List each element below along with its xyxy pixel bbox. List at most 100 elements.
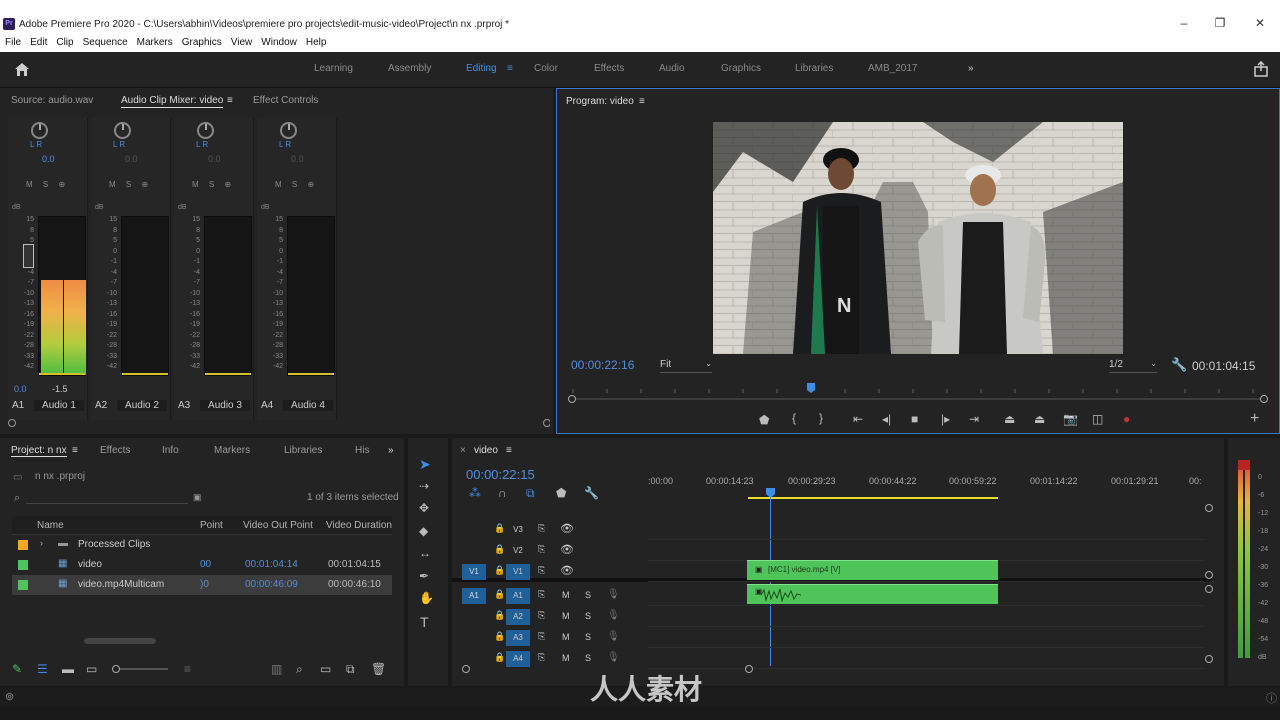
- track-lane[interactable]: [648, 607, 1204, 627]
- solo-button[interactable]: S: [585, 611, 591, 621]
- type-tool-icon[interactable]: T: [420, 614, 429, 630]
- sort-icon[interactable]: ≡: [184, 662, 191, 676]
- pan-knob-icon[interactable]: [31, 122, 48, 139]
- item-out-point[interactable]: 00:00:46:09: [245, 579, 298, 590]
- menu-file[interactable]: File: [5, 37, 21, 48]
- track-target[interactable]: A1: [506, 588, 530, 604]
- minimize-icon[interactable]: –: [1174, 16, 1194, 32]
- close-icon[interactable]: ✕: [1250, 16, 1270, 32]
- menu-help[interactable]: Help: [306, 37, 327, 48]
- tab-effects[interactable]: Effects: [100, 445, 130, 456]
- share-icon[interactable]: [1253, 60, 1269, 77]
- workspace-menu-icon[interactable]: ≡: [507, 63, 513, 74]
- label-color-swatch[interactable]: [18, 560, 28, 570]
- fit-dropdown[interactable]: Fit ⌄: [660, 359, 712, 373]
- ripple-edit-tool-icon[interactable]: ✥: [419, 501, 429, 515]
- program-timecode[interactable]: 00:00:22:16: [571, 358, 634, 372]
- new-search-bin-icon[interactable]: ▣: [193, 492, 202, 503]
- sync-lock-icon[interactable]: ⎘: [538, 565, 545, 576]
- pan-knob-icon[interactable]: [197, 122, 214, 139]
- menu-sequence[interactable]: Sequence: [83, 37, 128, 48]
- solo-button[interactable]: S: [585, 653, 591, 663]
- pan-value[interactable]: 0.0: [291, 154, 304, 164]
- lock-icon[interactable]: 🔒: [494, 544, 505, 555]
- lock-icon[interactable]: 🔒: [494, 610, 505, 621]
- workspace-learning[interactable]: Learning: [314, 63, 353, 74]
- timeline-timecode[interactable]: 00:00:22:15: [466, 467, 535, 482]
- item-in-point[interactable]: )0: [200, 579, 209, 590]
- track-lane[interactable]: [648, 520, 1204, 540]
- slip-tool-icon[interactable]: ↔: [419, 546, 431, 560]
- workspace-editing[interactable]: Editing: [466, 63, 497, 74]
- project-scrollbar[interactable]: [84, 638, 156, 644]
- trash-icon[interactable]: 🗑: [371, 662, 386, 676]
- work-area-bar[interactable]: [748, 497, 998, 499]
- workspace-effects[interactable]: Effects: [594, 63, 624, 74]
- sequence-menu-icon[interactable]: ≡: [506, 445, 512, 456]
- timeline-vertical-scroll[interactable]: [1204, 500, 1214, 664]
- sync-lock-icon[interactable]: ⎘: [538, 589, 545, 600]
- extract-icon[interactable]: ⏏: [1034, 412, 1045, 426]
- solo-button[interactable]: S: [585, 632, 591, 642]
- track-target[interactable]: V1: [506, 564, 530, 580]
- workspace-audio[interactable]: Audio: [659, 63, 685, 74]
- lift-icon[interactable]: ⏏: [1004, 412, 1015, 426]
- pan-value[interactable]: 0.0: [208, 154, 221, 164]
- step-forward-icon[interactable]: |▸: [941, 412, 950, 426]
- tab-info[interactable]: Info: [162, 445, 179, 456]
- menu-view[interactable]: View: [231, 37, 253, 48]
- mute-button[interactable]: M: [562, 653, 570, 663]
- mute-solo-record-buttons[interactable]: M S ⊕: [26, 180, 69, 189]
- add-button-icon[interactable]: +: [1250, 410, 1259, 428]
- menu-markers[interactable]: Markers: [137, 37, 173, 48]
- panel-menu-icon[interactable]: ≡: [227, 95, 233, 106]
- snap-icon[interactable]: ∩: [498, 486, 507, 500]
- eye-icon[interactable]: 👁: [560, 522, 574, 535]
- tab-effect-controls[interactable]: Effect Controls: [253, 95, 318, 106]
- menu-clip[interactable]: Clip: [56, 37, 73, 48]
- record-icon[interactable]: ●: [1123, 412, 1130, 426]
- sync-lock-icon[interactable]: ⎘: [538, 631, 545, 642]
- project-row[interactable]: › ▬ Processed Clips: [12, 535, 392, 555]
- playhead-marker[interactable]: [766, 488, 775, 498]
- tab-project[interactable]: Project: n nx: [11, 445, 67, 457]
- eye-icon[interactable]: 👁: [560, 564, 574, 577]
- sync-lock-icon[interactable]: ⎘: [538, 610, 545, 621]
- microphone-icon[interactable]: 🎙: [607, 631, 620, 642]
- add-marker-icon[interactable]: ⬟: [556, 486, 566, 500]
- project-menu-icon[interactable]: ≡: [72, 445, 78, 456]
- volume-fader[interactable]: [23, 244, 34, 268]
- column-out-point[interactable]: Video Out Point: [243, 520, 313, 531]
- column-in-point[interactable]: Point: [200, 520, 223, 531]
- lock-icon[interactable]: 🔒: [494, 523, 505, 534]
- microphone-icon[interactable]: 🎙: [607, 652, 620, 663]
- track-lane[interactable]: [648, 541, 1204, 561]
- pan-value[interactable]: 0.0: [42, 154, 55, 164]
- tab-markers[interactable]: Markers: [214, 445, 250, 456]
- expand-arrow-icon[interactable]: ›: [40, 538, 43, 548]
- column-duration[interactable]: Video Duration: [326, 520, 392, 531]
- menu-edit[interactable]: Edit: [30, 37, 47, 48]
- workspace-assembly[interactable]: Assembly: [388, 63, 431, 74]
- video-clip[interactable]: ▣ [MC1] video.mp4 [V]: [747, 560, 998, 580]
- sequence-tab[interactable]: video: [474, 445, 498, 456]
- source-patch[interactable]: A1: [462, 588, 486, 604]
- new-bin-icon[interactable]: ▭: [320, 662, 331, 676]
- more-tabs-icon[interactable]: »: [388, 445, 394, 456]
- mute-solo-record-buttons[interactable]: M S ⊕: [109, 180, 152, 189]
- find-icon[interactable]: ⌕: [296, 662, 303, 677]
- pencil-icon[interactable]: ✎: [12, 662, 22, 676]
- lock-icon[interactable]: 🔒: [494, 631, 505, 642]
- zoom-slider[interactable]: [112, 665, 168, 673]
- track-target[interactable]: V2: [506, 543, 530, 559]
- close-sequence-icon[interactable]: ×: [460, 445, 466, 456]
- eye-icon[interactable]: 👁: [560, 543, 574, 556]
- label-color-swatch[interactable]: [18, 580, 28, 590]
- pan-value[interactable]: 0.0: [125, 154, 138, 164]
- solo-button[interactable]: S: [585, 590, 591, 600]
- workspace-libraries[interactable]: Libraries: [795, 63, 833, 74]
- hand-tool-icon[interactable]: ✋: [419, 591, 434, 605]
- icon-view-icon[interactable]: ▬: [62, 662, 74, 676]
- selection-tool-icon[interactable]: ➤: [419, 456, 431, 473]
- linked-selection-icon[interactable]: ⧉: [526, 486, 535, 501]
